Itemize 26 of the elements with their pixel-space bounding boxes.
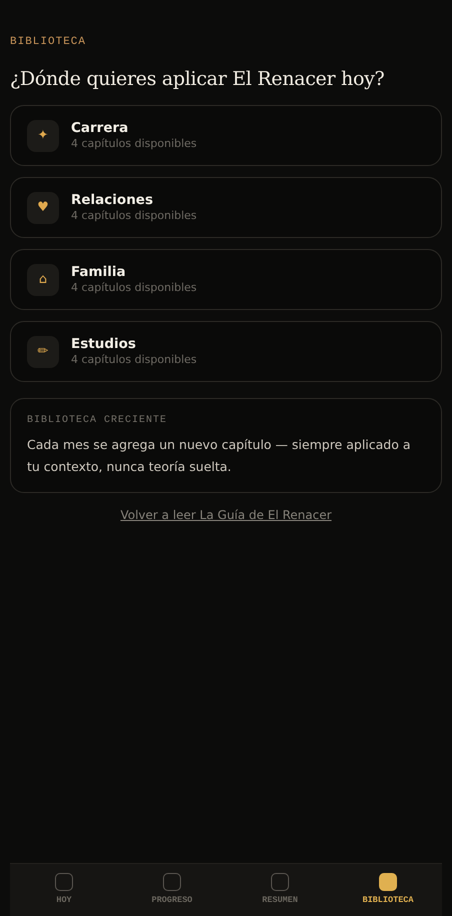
category-subtitle: 4 capítulos disponibles bbox=[71, 280, 197, 296]
category-card[interactable]: ✦ Carrera 4 capítulos disponibles bbox=[10, 105, 442, 166]
category-title: Estudios bbox=[71, 336, 137, 352]
category-title: Familia bbox=[71, 264, 127, 280]
category-card[interactable]: ⌂ Familia 4 capítulos disponibles bbox=[10, 249, 442, 310]
category-icon: ♥ bbox=[27, 192, 59, 224]
tab-icon bbox=[379, 873, 397, 892]
nav-tab[interactable]: BIBLIOTECA bbox=[334, 864, 442, 916]
category-card[interactable]: ♥ Relaciones 4 capítulos disponibles bbox=[10, 177, 442, 238]
category-subtitle: 4 capítulos disponibles bbox=[71, 136, 197, 152]
info-label: BIBLIOTECA CRECIENTE bbox=[27, 414, 168, 428]
category-subtitle: 4 capítulos disponibles bbox=[71, 208, 197, 224]
page-title: ¿Dónde quieres aplicar El Renacer hoy? bbox=[10, 66, 386, 92]
tab-icon bbox=[163, 873, 181, 892]
tab-icon bbox=[55, 873, 73, 892]
category-title: Carrera bbox=[71, 120, 130, 136]
section-label: BIBLIOTECA bbox=[10, 35, 88, 50]
category-icon: ✦ bbox=[27, 120, 59, 152]
category-icon: ✏ bbox=[27, 336, 59, 368]
category-subtitle: 4 capítulos disponibles bbox=[71, 352, 197, 368]
info-text: Cada mes se agrega un nuevo capítulo — siempre aplicado a tu contexto, nunca teoría suelta. bbox=[27, 436, 412, 476]
category-icon: ⌂ bbox=[27, 264, 59, 296]
tab-icon bbox=[271, 873, 289, 892]
category-title: Relaciones bbox=[71, 192, 154, 208]
guide-link[interactable]: Volver a leer La Guía de El Renacer bbox=[10, 506, 442, 524]
category-card[interactable]: ✏ Estudios 4 capítulos disponibles bbox=[10, 321, 442, 382]
